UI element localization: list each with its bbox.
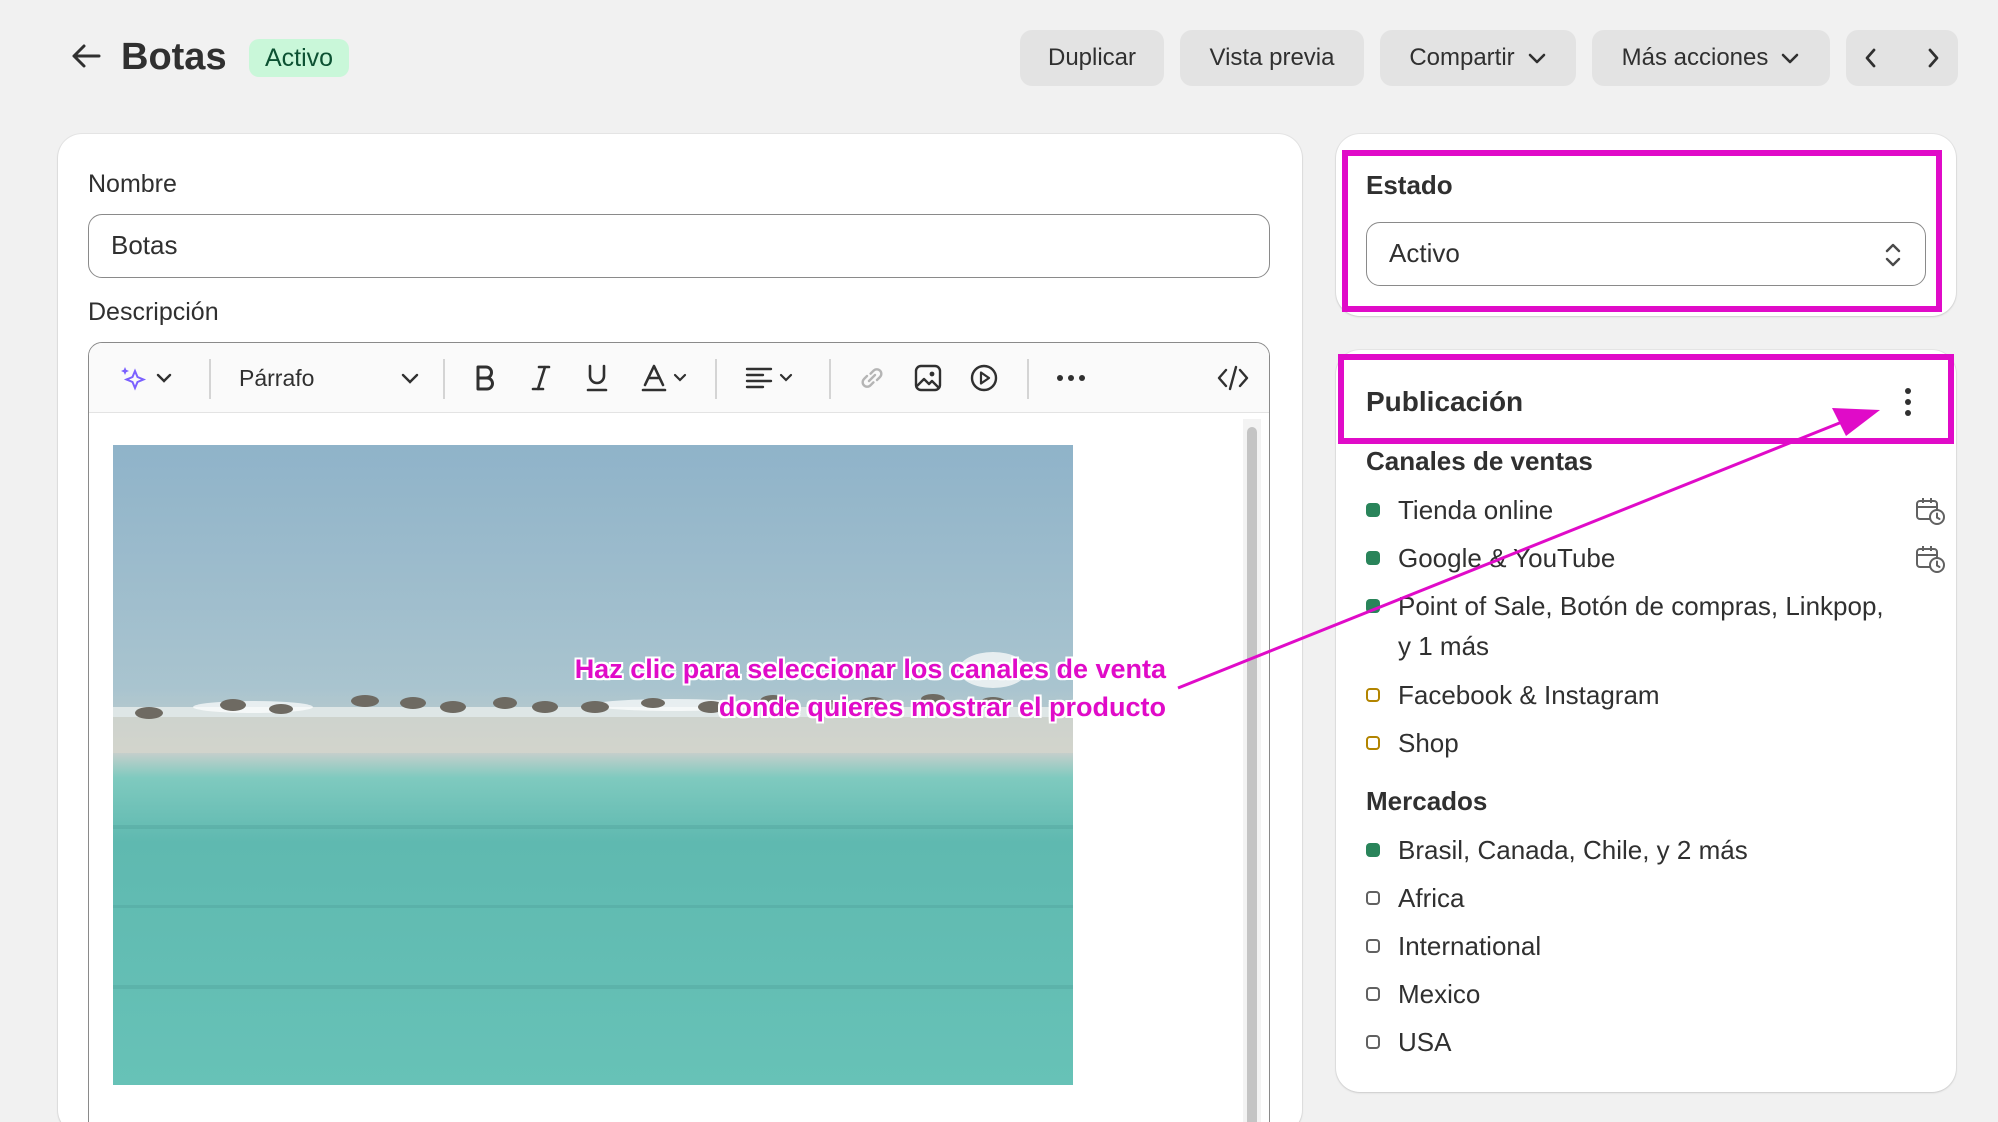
inactive-status-dot (1366, 987, 1380, 1001)
market-label: Africa (1398, 883, 1465, 913)
pending-status-dot (1366, 688, 1380, 702)
editor-content[interactable] (89, 413, 1269, 1122)
sales-channel-label: Google & YouTube (1398, 543, 1616, 573)
market-label: Mexico (1398, 979, 1481, 1009)
align-button[interactable] (739, 359, 799, 397)
paragraph-label: Párrafo (239, 364, 315, 391)
page-title: Botas (121, 36, 227, 78)
inactive-status-dot (1366, 1035, 1380, 1049)
active-status-dot (1366, 843, 1380, 857)
code-icon (1217, 365, 1249, 391)
annotation-callout: Haz clic para seleccionar los canales de… (440, 650, 1166, 726)
duplicate-button[interactable]: Duplicar (1020, 30, 1164, 86)
sparkle-icon (121, 367, 147, 391)
active-status-dot (1366, 503, 1380, 517)
insert-image-button[interactable] (909, 359, 947, 397)
chevron-down-icon (779, 373, 793, 382)
back-button[interactable] (68, 38, 104, 74)
editor-toolbar: Párrafo (89, 343, 1269, 413)
inactive-status-dot (1366, 891, 1380, 905)
market-label: Brasil, Canada, Chile, y 2 más (1398, 835, 1748, 865)
sales-channel-label: Tienda online (1398, 495, 1554, 525)
sales-channel-label: Point of Sale, Botón de compras, Linkpop… (1398, 591, 1884, 621)
image-icon (914, 364, 942, 392)
preview-button[interactable]: Vista previa (1180, 30, 1364, 86)
description-label: Descripción (88, 298, 219, 326)
annotation-line-2: donde quieres mostrar el producto (718, 692, 1166, 722)
seagulls-beach-image (113, 445, 1073, 1085)
name-input[interactable]: Botas (88, 214, 1270, 278)
calendar-clock-icon[interactable] (1914, 543, 1946, 575)
pager-group (1846, 30, 1958, 86)
chevron-down-icon (1528, 53, 1545, 64)
more-formatting-button[interactable] (1051, 359, 1091, 397)
chevron-left-icon[interactable] (1862, 47, 1880, 69)
align-left-icon (745, 367, 773, 389)
inactive-status-dot (1366, 939, 1380, 953)
arrow-left-icon (72, 44, 101, 68)
calendar-clock-icon[interactable] (1914, 495, 1946, 527)
chevron-down-icon (156, 373, 172, 383)
market-label: International (1398, 931, 1542, 961)
paragraph-format-select[interactable]: Párrafo (239, 359, 419, 397)
annotation-line-1: Haz clic para seleccionar los canales de… (574, 654, 1166, 684)
play-circle-icon (970, 364, 998, 392)
description-editor: Párrafo (88, 342, 1270, 1122)
sales-channel-label-continued: y 1 más (1398, 631, 1490, 661)
status-badge: Activo (249, 39, 350, 77)
sales-channel-label: Shop (1398, 728, 1459, 758)
italic-icon (531, 365, 551, 391)
name-label: Nombre (88, 170, 177, 198)
chevron-right-icon[interactable] (1924, 47, 1942, 69)
more-actions-label: Más acciones (1621, 44, 1769, 71)
active-status-dot (1366, 599, 1380, 613)
seagulls-illustration (113, 652, 1073, 989)
bold-button[interactable] (467, 359, 503, 397)
editor-scrollbar-thumb[interactable] (1247, 427, 1257, 1122)
status-highlight-box (1342, 150, 1942, 312)
share-label: Compartir (1409, 44, 1515, 71)
duplicate-label: Duplicar (1047, 44, 1137, 71)
ai-generate-button[interactable] (111, 359, 179, 397)
link-icon (861, 368, 883, 388)
chevron-down-icon (673, 373, 687, 382)
markets-title: Mercados (1366, 786, 1488, 816)
text-color-icon (641, 364, 667, 392)
more-actions-button[interactable]: Más acciones (1592, 30, 1830, 86)
underline-icon (586, 364, 608, 392)
share-button[interactable]: Compartir (1380, 30, 1576, 86)
more-horizontal-icon (1057, 375, 1085, 381)
insert-video-button[interactable] (965, 359, 1003, 397)
italic-button[interactable] (523, 359, 559, 397)
chevron-down-icon (401, 373, 419, 384)
sales-channel-label: Facebook & Instagram (1398, 680, 1660, 710)
text-color-button[interactable] (635, 359, 693, 397)
product-details-card: Nombre Botas Descripción Párrafo (58, 134, 1302, 1122)
html-view-button[interactable] (1213, 359, 1253, 397)
publishing-card: Publicación Canales de ventas Tienda onl… (1336, 350, 1956, 1092)
link-button[interactable] (853, 359, 891, 397)
underline-button[interactable] (579, 359, 615, 397)
active-status-dot (1366, 551, 1380, 565)
page-header: Botas Activo Duplicar Vista previa Compa… (0, 0, 1998, 120)
pending-status-dot (1366, 736, 1380, 750)
bold-icon (476, 365, 494, 391)
sales-channels-title: Canales de ventas (1366, 446, 1593, 476)
preview-label: Vista previa (1209, 44, 1335, 71)
publishing-highlight-box (1338, 354, 1954, 444)
market-label: USA (1398, 1027, 1452, 1057)
chevron-down-icon (1782, 53, 1799, 64)
